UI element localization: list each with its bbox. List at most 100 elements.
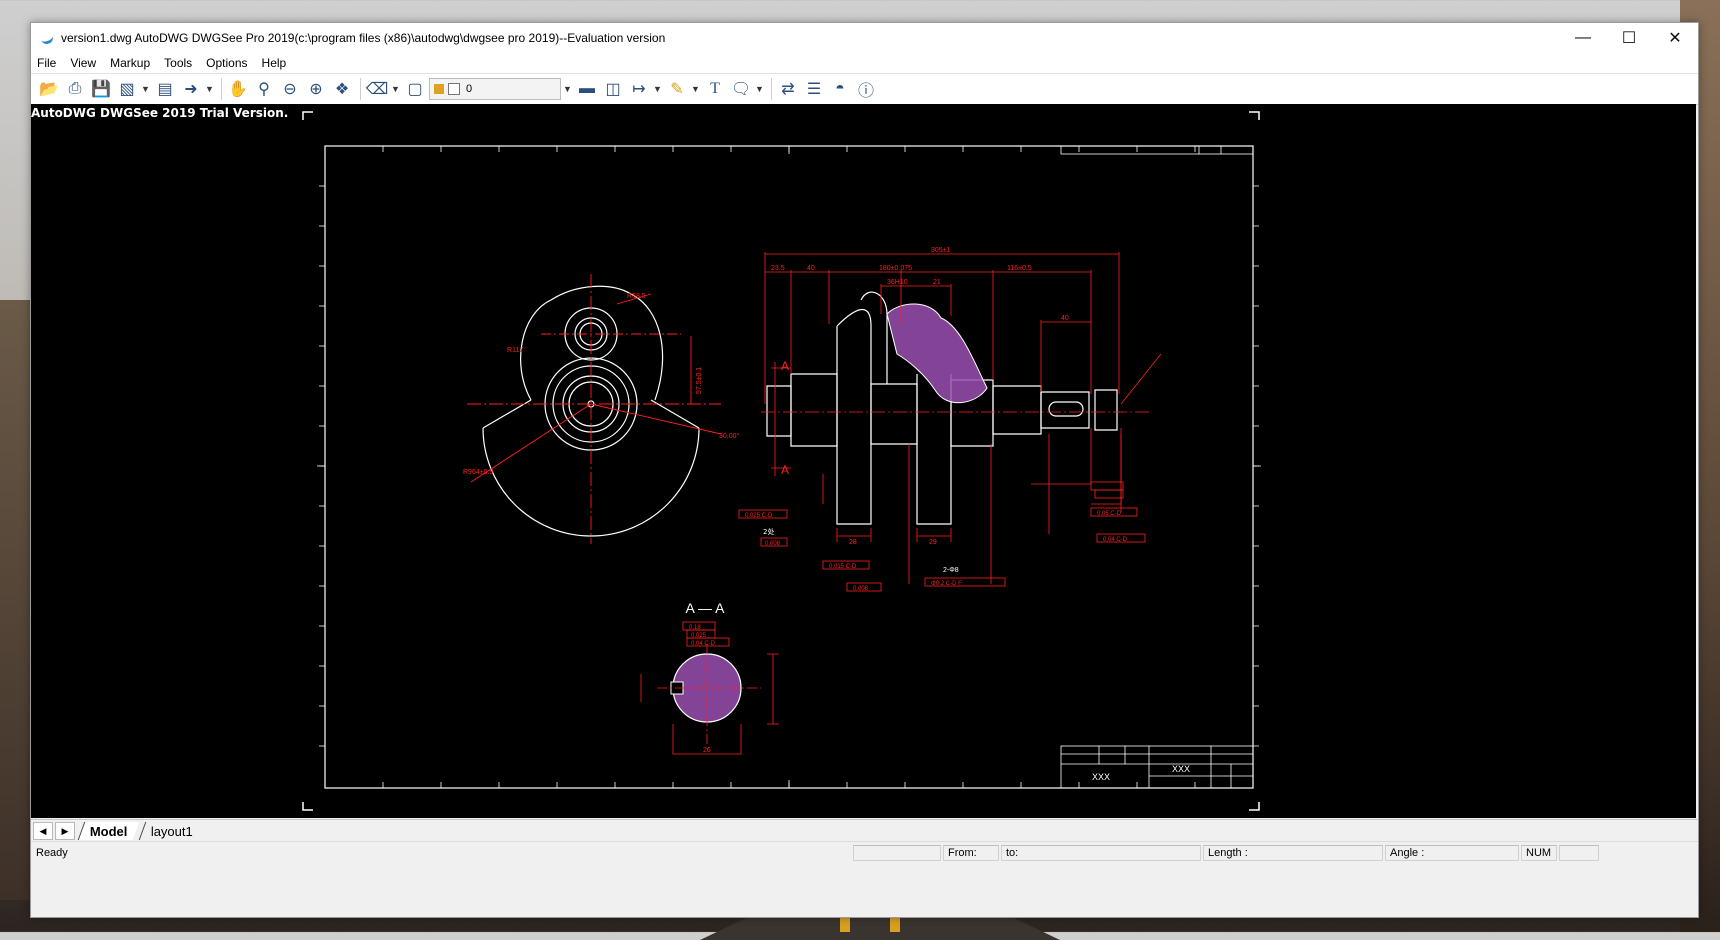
crankshaft-dim-text: 305±1 23.5 40 180±0.075 116±0.5 21 36H10… [771, 247, 1069, 546]
dimension-dropdown[interactable]: ▼ [653, 84, 663, 94]
drawing-canvas[interactable]: AutoDWG DWGSee 2019 Trial Version. XXX X… [31, 104, 1696, 818]
tab-layout1[interactable]: layout1 [138, 822, 204, 840]
menu-markup[interactable]: Markup [104, 56, 158, 70]
status-length: Length : [1203, 845, 1383, 861]
dim-180: 180±0.075 [879, 265, 912, 272]
menu-help[interactable]: Help [256, 56, 295, 70]
status-bar: Ready From: to: Length : Angle : NUM [31, 841, 1698, 864]
dim-116: 116±0.5 [1007, 265, 1032, 272]
print-icon[interactable]: ⎙ [63, 77, 87, 101]
close-button[interactable]: ✕ [1652, 23, 1698, 53]
toolbar-separator [360, 78, 361, 100]
title-bar[interactable]: version1.dwg AutoDWG DWGSee Pro 2019(c:\… [31, 23, 1698, 53]
distance-icon[interactable]: ◫ [601, 77, 625, 101]
app-logo-icon [39, 30, 55, 46]
zoom-in-icon[interactable]: ⊕ [304, 77, 328, 101]
arrow-icon[interactable]: ➜ [179, 77, 203, 101]
menu-view[interactable]: View [64, 56, 104, 70]
tol-0008a: 0.008 [765, 541, 781, 547]
dim-28: 28 [849, 539, 857, 546]
dim-40: 40 [807, 265, 815, 272]
status-ready: Ready [36, 847, 68, 859]
tab-next-button[interactable]: ▶ [55, 822, 75, 840]
layer-dropdown[interactable]: ▼ [563, 84, 573, 94]
text-icon[interactable]: T [703, 77, 727, 101]
measure-icon[interactable]: ▬ [575, 77, 599, 101]
zoom-out-icon[interactable]: ⊖ [278, 77, 302, 101]
frame-icon[interactable]: ▢ [403, 77, 427, 101]
title-box-top [1060, 145, 1254, 155]
holes-note: 2-Φ8 [943, 567, 959, 574]
tab-prev-button[interactable]: ◀ [33, 822, 53, 840]
tol-0015: 0.015 C-D [829, 564, 857, 570]
paper-corner-marks [302, 111, 1260, 811]
dim-40b: 40 [1061, 315, 1069, 322]
tol-005: 0.05 C-D [1097, 511, 1122, 517]
dim-r964: R964±0.5 [463, 469, 493, 476]
dimension-icon[interactable]: ↦ [627, 77, 651, 101]
layout-tabs: ◀ ▶ Model layout1 [31, 819, 1698, 842]
save-icon[interactable]: 💾 [89, 77, 113, 101]
tolerance-frames [682, 481, 1146, 647]
zoom-window-icon[interactable]: ⚲ [252, 77, 276, 101]
zoom-extents-icon[interactable]: ❖ [330, 77, 354, 101]
hatch-icon[interactable]: ☰ [802, 77, 826, 101]
layer-checkbox[interactable] [448, 83, 460, 95]
chevron-right-icon: ▶ [61, 825, 69, 836]
toolbar: 📂 ⎙ 💾 ▧ ▼ ▤ ➜ ▼ ✋ ⚲ ⊖ ⊕ ❖ ⌫ ▼ ▢ 0 ▼ ▬ ◫ … [31, 73, 1698, 105]
menu-tools[interactable]: Tools [158, 56, 200, 70]
status-empty [853, 845, 941, 861]
tol-004: 0.04 C-D [1103, 537, 1128, 543]
compare-icon[interactable]: ⇄ [776, 77, 800, 101]
comment-icon[interactable]: 🗨 [729, 77, 753, 101]
tol-0025: 0.025 C-D [745, 513, 773, 519]
open-folder-icon[interactable]: 📂 [37, 77, 61, 101]
batch-print-icon[interactable]: ▧ [115, 77, 139, 101]
app-window: version1.dwg AutoDWG DWGSee Pro 2019(c:\… [30, 22, 1699, 918]
menu-file[interactable]: File [31, 56, 64, 70]
pen-dropdown[interactable]: ▼ [691, 84, 701, 94]
chevron-left-icon: ◀ [39, 825, 47, 836]
dim-21: 21 [933, 279, 941, 286]
status-from: From: [943, 845, 999, 861]
section-a-lower: A [781, 463, 789, 477]
batch-print-dropdown[interactable]: ▼ [141, 84, 151, 94]
eraser-dropdown[interactable]: ▼ [391, 84, 401, 94]
dim-26: 26 [703, 747, 711, 754]
title-block [1060, 745, 1254, 789]
tab-model[interactable]: Model [77, 822, 139, 840]
layer-icon [434, 84, 444, 94]
section-aa-view: 26 [640, 644, 779, 755]
close-icon: ✕ [1668, 30, 1682, 47]
dim-57: 57.5±0.1 [696, 367, 703, 394]
title-block-xxx-left: XXX [1092, 772, 1110, 782]
tol-0025b: 0.025 [691, 633, 707, 639]
note-2: 2处 [763, 527, 774, 536]
dim-36h10: 36H10 [887, 279, 908, 286]
screen-icon[interactable]: ▤ [153, 77, 177, 101]
section-a-upper: A [781, 359, 789, 373]
comment-dropdown[interactable]: ▼ [755, 84, 765, 94]
title-block-xxx-right: XXX [1172, 764, 1190, 774]
crankshaft-hatch [886, 303, 988, 404]
pan-hand-icon[interactable]: ✋ [226, 77, 250, 101]
menu-options[interactable]: Options [200, 56, 255, 70]
minimize-button[interactable]: — [1560, 23, 1606, 53]
status-num: NUM [1521, 845, 1557, 861]
menu-bar: File View Markup Tools Options Help [31, 53, 1698, 73]
maximize-icon: ☐ [1621, 30, 1637, 47]
help-icon[interactable]: ⓘ [854, 77, 878, 101]
maximize-button[interactable]: ☐ [1606, 23, 1652, 53]
layer-select[interactable]: 0 [429, 78, 561, 100]
pen-icon[interactable]: ✎ [665, 77, 689, 101]
section-label: A — A [686, 600, 726, 616]
eraser-icon[interactable]: ⌫ [365, 77, 389, 101]
cad-drawing: XXX XXX R38.5 R117 R964±0.5 30.00° 57.5±… [302, 111, 1261, 811]
layer-value: 0 [466, 83, 473, 95]
dim-angle: 30.00° [719, 432, 740, 440]
status-extra [1559, 845, 1599, 861]
arrow-dropdown[interactable]: ▼ [205, 84, 215, 94]
binoculars-icon[interactable]: ◓ [828, 77, 852, 101]
status-to: to: [1001, 845, 1201, 861]
minimize-icon: — [1575, 29, 1591, 46]
